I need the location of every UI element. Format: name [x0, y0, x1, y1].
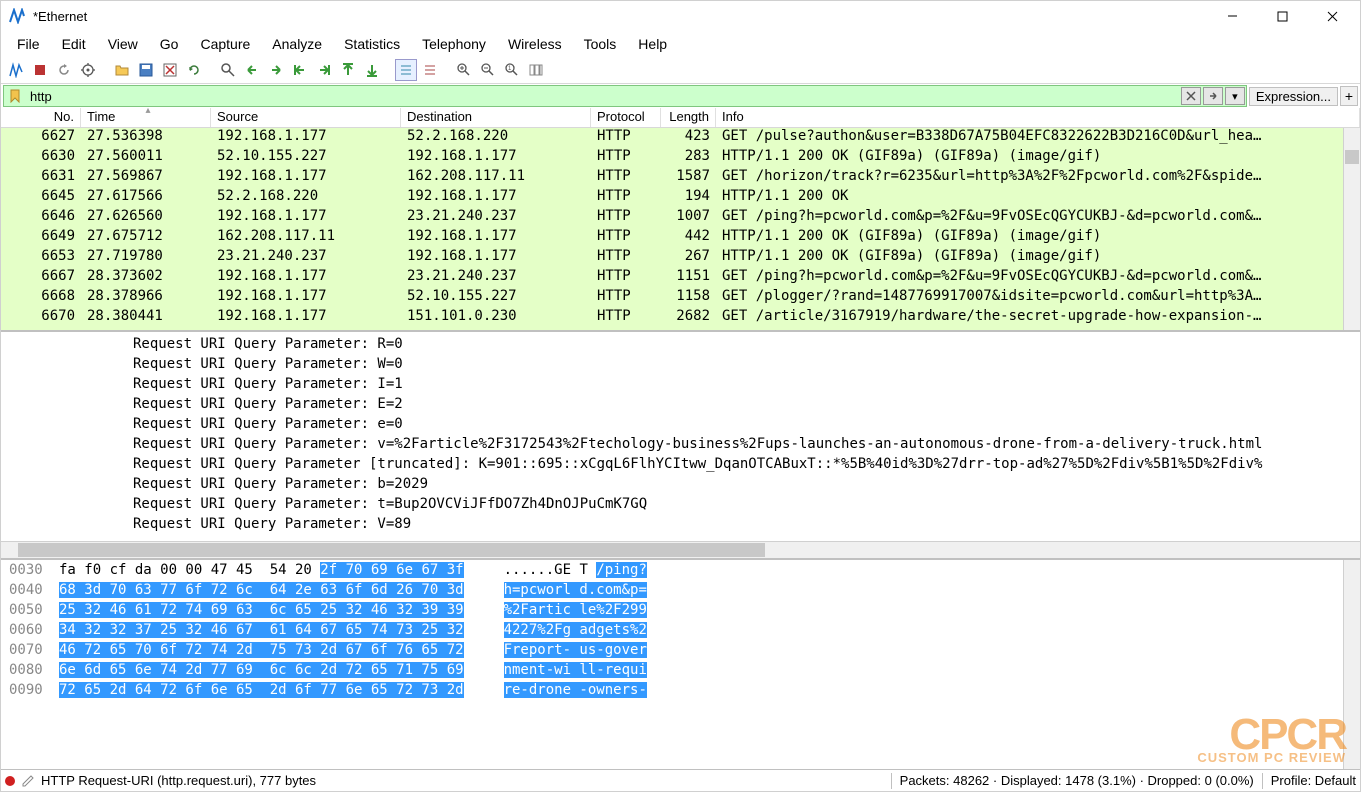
detail-line[interactable]: Request URI Query Parameter: V=89: [5, 514, 1356, 534]
window-title: *Ethernet: [33, 9, 1212, 24]
maximize-button[interactable]: [1262, 5, 1302, 27]
hex-line[interactable]: 004068 3d 70 63 77 6f 72 6c 64 2e 63 6f …: [9, 582, 1352, 602]
sort-ascending-icon: ▴: [146, 108, 151, 116]
packet-row[interactable]: 663127.569867192.168.1.177162.208.117.11…: [1, 168, 1360, 188]
display-filter-input[interactable]: [26, 89, 1180, 104]
go-to-packet-button[interactable]: [289, 59, 311, 81]
menu-telephony[interactable]: Telephony: [412, 33, 496, 55]
zoom-in-button[interactable]: [453, 59, 475, 81]
menu-statistics[interactable]: Statistics: [334, 33, 410, 55]
filter-toolbar: ▾ Expression... +: [1, 84, 1360, 108]
reload-file-button[interactable]: [183, 59, 205, 81]
hex-line[interactable]: 007046 72 65 70 6f 72 74 2d 75 73 2d 67 …: [9, 642, 1352, 662]
detail-line[interactable]: Request URI Query Parameter: t=Bup2OVCVi…: [5, 494, 1356, 514]
packet-bytes-pane: 0030fa f0 cf da 00 00 47 45 54 20 2f 70 …: [1, 560, 1360, 769]
find-packet-button[interactable]: [217, 59, 239, 81]
menu-help[interactable]: Help: [628, 33, 677, 55]
menu-wireless[interactable]: Wireless: [498, 33, 572, 55]
packet-row[interactable]: 666728.373602192.168.1.17723.21.240.237H…: [1, 268, 1360, 288]
filter-bookmark-icon[interactable]: [6, 87, 24, 105]
menu-file[interactable]: File: [7, 33, 50, 55]
detail-line[interactable]: Request URI Query Parameter: E=2: [5, 394, 1356, 414]
filter-clear-button[interactable]: [1181, 87, 1201, 105]
wireshark-logo-icon: [9, 8, 25, 24]
colorize-button[interactable]: [395, 59, 417, 81]
detail-line[interactable]: Request URI Query Parameter: e=0: [5, 414, 1356, 434]
menu-view[interactable]: View: [98, 33, 148, 55]
close-file-button[interactable]: [159, 59, 181, 81]
packet-row[interactable]: 663027.56001152.10.155.227192.168.1.177H…: [1, 148, 1360, 168]
status-profile[interactable]: Profile: Default: [1271, 773, 1356, 788]
packet-bytes-body[interactable]: 0030fa f0 cf da 00 00 47 45 54 20 2f 70 …: [1, 560, 1360, 769]
packet-list-scrollbar[interactable]: [1343, 128, 1360, 330]
go-last-packet-button[interactable]: [337, 59, 359, 81]
packet-row[interactable]: 664527.61756652.2.168.220192.168.1.177HT…: [1, 188, 1360, 208]
capture-options-button[interactable]: [77, 59, 99, 81]
menu-edit[interactable]: Edit: [52, 33, 96, 55]
packet-bytes-scrollbar[interactable]: [1343, 560, 1360, 769]
filter-expression-button[interactable]: Expression...: [1249, 87, 1338, 106]
start-capture-button[interactable]: [5, 59, 27, 81]
save-file-button[interactable]: [135, 59, 157, 81]
go-forward-button[interactable]: [265, 59, 287, 81]
column-header-source[interactable]: Source: [211, 108, 401, 127]
detail-line[interactable]: Request URI Query Parameter: W=0: [5, 354, 1356, 374]
packet-list-header: No. Time▴ Source Destination Protocol Le…: [1, 108, 1360, 128]
stop-capture-button[interactable]: [29, 59, 51, 81]
menu-tools[interactable]: Tools: [574, 33, 627, 55]
filter-add-button[interactable]: +: [1340, 86, 1358, 106]
packet-row[interactable]: 664627.626560192.168.1.17723.21.240.237H…: [1, 208, 1360, 228]
detail-line[interactable]: Request URI Query Parameter: v=%2Farticl…: [5, 434, 1356, 454]
hex-line[interactable]: 009072 65 2d 64 72 6f 6e 65 2d 6f 77 6e …: [9, 682, 1352, 702]
hex-line[interactable]: 0030fa f0 cf da 00 00 47 45 54 20 2f 70 …: [9, 562, 1352, 582]
detail-line[interactable]: Request URI Query Parameter: I=1: [5, 374, 1356, 394]
column-header-no[interactable]: No.: [1, 108, 81, 127]
status-packet-counts: Packets: 48262 · Displayed: 1478 (3.1%) …: [900, 773, 1254, 788]
detail-line[interactable]: Request URI Query Parameter: b=2029: [5, 474, 1356, 494]
menu-go[interactable]: Go: [150, 33, 189, 55]
packet-list-body[interactable]: 662727.536398192.168.1.17752.2.168.220HT…: [1, 128, 1360, 330]
auto-scroll-button[interactable]: [361, 59, 383, 81]
titlebar: *Ethernet: [1, 1, 1360, 31]
column-header-length[interactable]: Length: [661, 108, 716, 127]
go-back-button[interactable]: [241, 59, 263, 81]
open-file-button[interactable]: [111, 59, 133, 81]
packet-row[interactable]: 667028.380441192.168.1.177151.101.0.230H…: [1, 308, 1360, 328]
detail-line[interactable]: Request URI Query Parameter: R=0: [5, 334, 1356, 354]
menu-analyze[interactable]: Analyze: [262, 33, 332, 55]
expert-info-icon[interactable]: [5, 776, 15, 786]
filter-history-button[interactable]: ▾: [1225, 87, 1245, 105]
packet-details-body[interactable]: Request URI Query Parameter: R=0Request …: [1, 332, 1360, 541]
hex-line[interactable]: 006034 32 32 37 25 32 46 67 61 64 67 65 …: [9, 622, 1352, 642]
menu-capture[interactable]: Capture: [190, 33, 260, 55]
restart-capture-button[interactable]: [53, 59, 75, 81]
column-header-protocol[interactable]: Protocol: [591, 108, 661, 127]
statusbar: HTTP Request-URI (http.request.uri), 777…: [1, 769, 1360, 791]
edit-capture-comment-icon[interactable]: [21, 774, 35, 788]
resize-all-columns-button[interactable]: [525, 59, 547, 81]
hex-line[interactable]: 005025 32 46 61 72 74 69 63 6c 65 25 32 …: [9, 602, 1352, 622]
packet-row[interactable]: 665327.71978023.21.240.237192.168.1.177H…: [1, 248, 1360, 268]
details-horizontal-scrollbar[interactable]: [1, 541, 1360, 558]
packet-list-pane: No. Time▴ Source Destination Protocol Le…: [1, 108, 1360, 332]
go-first-packet-button[interactable]: [313, 59, 335, 81]
zoom-out-button[interactable]: [477, 59, 499, 81]
packet-row[interactable]: 664927.675712162.208.117.11192.168.1.177…: [1, 228, 1360, 248]
menubar: File Edit View Go Capture Analyze Statis…: [1, 31, 1360, 57]
zoom-reset-button[interactable]: 1: [501, 59, 523, 81]
status-selected-field: HTTP Request-URI (http.request.uri), 777…: [41, 773, 316, 788]
toolbar: 1: [1, 57, 1360, 84]
resize-columns-button[interactable]: [419, 59, 441, 81]
column-header-time[interactable]: Time▴: [81, 108, 211, 127]
filter-apply-button[interactable]: [1203, 87, 1223, 105]
minimize-button[interactable]: [1212, 5, 1252, 27]
hex-line[interactable]: 00806e 6d 65 6e 74 2d 77 69 6c 6c 2d 72 …: [9, 662, 1352, 682]
packet-row[interactable]: 666828.378966192.168.1.17752.10.155.227H…: [1, 288, 1360, 308]
detail-line[interactable]: Request URI Query Parameter [truncated]:…: [5, 454, 1356, 474]
packet-row[interactable]: 662727.536398192.168.1.17752.2.168.220HT…: [1, 128, 1360, 148]
column-header-destination[interactable]: Destination: [401, 108, 591, 127]
packet-details-pane: Request URI Query Parameter: R=0Request …: [1, 332, 1360, 560]
column-header-info[interactable]: Info: [716, 108, 1360, 127]
close-button[interactable]: [1312, 5, 1352, 27]
